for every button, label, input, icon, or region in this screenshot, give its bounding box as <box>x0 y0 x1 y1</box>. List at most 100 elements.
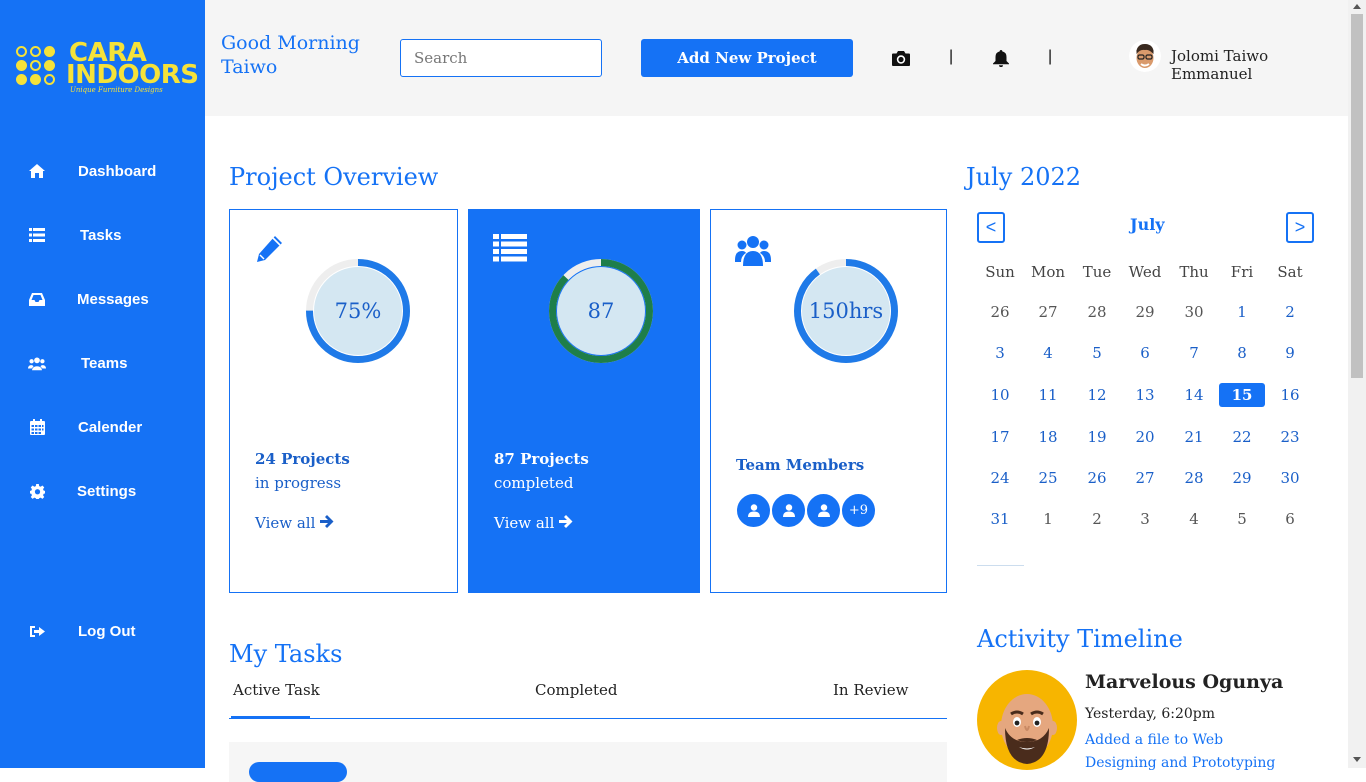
calendar-day[interactable]: 1 <box>1219 300 1265 324</box>
calendar-day[interactable]: 12 <box>1074 383 1120 407</box>
top-bar: Good Morning Taiwo Add New Project | | J… <box>205 0 1348 116</box>
calendar-day[interactable]: 18 <box>1025 425 1071 449</box>
sidebar-item-settings[interactable]: Settings <box>0 471 205 511</box>
view-all-link[interactable]: View all <box>255 514 334 532</box>
greeting: Good Morning Taiwo <box>221 32 360 78</box>
calendar-day[interactable]: 26 <box>1074 466 1120 490</box>
member-avatars[interactable]: +9 <box>736 493 876 528</box>
calendar-day[interactable]: 3 <box>977 341 1023 365</box>
calendar-day[interactable]: 29 <box>1219 466 1265 490</box>
team-members-label: Team Members <box>736 456 865 474</box>
view-all-link[interactable]: View all <box>494 514 573 532</box>
activity-user-avatar[interactable] <box>977 670 1077 770</box>
team-hours-card: 150hrs Team Members +9 <box>710 209 947 593</box>
scroll-thumb[interactable] <box>1351 14 1363 378</box>
home-icon <box>28 162 46 180</box>
calendar-day[interactable]: 23 <box>1267 425 1313 449</box>
task-status-pill[interactable] <box>249 762 347 782</box>
sidebar-item-teams[interactable]: Teams <box>0 343 205 383</box>
calendar-day[interactable]: 2 <box>1074 507 1120 531</box>
sidebar-item-messages[interactable]: Messages <box>0 279 205 319</box>
calendar-day[interactable]: 13 <box>1122 383 1168 407</box>
calendar-day[interactable]: 16 <box>1267 383 1313 407</box>
user-avatar[interactable] <box>1129 40 1161 72</box>
calendar-day[interactable]: 19 <box>1074 425 1120 449</box>
calendar-icon <box>28 418 46 436</box>
my-tasks-title: My Tasks <box>229 640 343 668</box>
tab-in-review[interactable]: In Review <box>833 681 909 699</box>
calendar-day[interactable]: 30 <box>1171 300 1217 324</box>
calendar-day[interactable]: 27 <box>1025 300 1071 324</box>
sidebar-item-logout[interactable]: Log Out <box>0 611 205 651</box>
tab-active-task[interactable]: Active Task <box>233 681 320 699</box>
calendar-day[interactable]: 8 <box>1219 341 1265 365</box>
activity-timeline-title: Activity Timeline <box>977 625 1183 653</box>
calendar-day[interactable]: 27 <box>1122 466 1168 490</box>
calendar-day[interactable]: 17 <box>977 425 1023 449</box>
brand-logo[interactable]: CARA INDOORS Unique Furniture Designs <box>14 40 199 100</box>
calendar-prev-button[interactable]: < <box>977 212 1005 243</box>
project-overview-title: Project Overview <box>229 163 439 191</box>
calendar-weekday: Mon <box>1030 263 1066 281</box>
calendar-next-button[interactable]: > <box>1286 212 1314 243</box>
calendar-day[interactable]: 24 <box>977 466 1023 490</box>
view-all-label: View all <box>494 514 555 532</box>
list-icon <box>493 234 527 266</box>
sidebar-item-tasks[interactable]: Tasks <box>0 215 205 255</box>
calendar-day[interactable]: 7 <box>1171 341 1217 365</box>
calendar-day[interactable]: 11 <box>1025 383 1071 407</box>
sidebar-item-dashboard[interactable]: Dashboard <box>0 151 205 191</box>
calendar-day[interactable]: 28 <box>1171 466 1217 490</box>
activity-description[interactable]: Added a file to Web Designing and Protot… <box>1085 729 1295 775</box>
user-name[interactable]: Jolomi Taiwo Emmanuel <box>1171 47 1348 83</box>
calendar-day[interactable]: 10 <box>977 383 1023 407</box>
calendar-day[interactable]: 9 <box>1267 341 1313 365</box>
calendar-day[interactable]: 21 <box>1171 425 1217 449</box>
member-avatar-icon[interactable] <box>771 493 806 528</box>
inbox-icon <box>28 290 46 308</box>
camera-icon[interactable] <box>891 48 911 68</box>
calendar-day[interactable]: 25 <box>1025 466 1071 490</box>
calendar-weekday: Thu <box>1179 263 1209 281</box>
toolbar-separator: | <box>949 48 954 65</box>
calendar-day[interactable]: 30 <box>1267 466 1313 490</box>
activity-user-name[interactable]: Marvelous Ogunya <box>1085 671 1283 693</box>
calendar-day[interactable]: 5 <box>1074 341 1120 365</box>
gear-icon <box>28 482 46 500</box>
add-new-project-button[interactable]: Add New Project <box>641 39 853 77</box>
calendar-weekday: Sat <box>1277 263 1303 281</box>
toolbar-separator: | <box>1048 48 1053 65</box>
calendar-day[interactable]: 29 <box>1122 300 1168 324</box>
calendar-day[interactable]: 26 <box>977 300 1023 324</box>
calendar-day[interactable]: 22 <box>1219 425 1265 449</box>
task-list-panel <box>229 742 947 782</box>
calendar-day[interactable]: 1 <box>1025 507 1071 531</box>
calendar-day[interactable]: 6 <box>1122 341 1168 365</box>
bell-icon[interactable] <box>991 48 1011 68</box>
calendar-day[interactable]: 14 <box>1171 383 1217 407</box>
search-input[interactable] <box>400 39 602 77</box>
tab-completed[interactable]: Completed <box>535 681 618 699</box>
calendar-day[interactable]: 4 <box>1025 341 1071 365</box>
more-members-badge[interactable]: +9 <box>841 493 876 528</box>
member-avatar-icon[interactable] <box>736 493 771 528</box>
calendar-day-selected[interactable]: 15 <box>1219 383 1265 407</box>
calendar-day[interactable]: 4 <box>1171 507 1217 531</box>
scroll-up-icon[interactable] <box>1353 4 1361 9</box>
calendar-day[interactable]: 28 <box>1074 300 1120 324</box>
page-scrollbar[interactable] <box>1348 0 1366 768</box>
task-tabs: Active Task Completed In Review <box>229 681 947 719</box>
member-avatar-icon[interactable] <box>806 493 841 528</box>
calendar-day[interactable]: 2 <box>1267 300 1313 324</box>
sign-out-icon <box>28 622 46 640</box>
calendar-title: July 2022 <box>966 163 1082 191</box>
calendar-day[interactable]: 20 <box>1122 425 1168 449</box>
sidebar-item-calendar[interactable]: Calender <box>0 407 205 447</box>
calendar-day[interactable]: 6 <box>1267 507 1313 531</box>
logo-text: CARA INDOORS <box>66 38 199 90</box>
scroll-down-icon[interactable] <box>1353 757 1361 762</box>
calendar-day[interactable]: 5 <box>1219 507 1265 531</box>
calendar-day[interactable]: 3 <box>1122 507 1168 531</box>
calendar-day[interactable]: 31 <box>977 507 1023 531</box>
progress-value: 150hrs <box>808 299 884 323</box>
